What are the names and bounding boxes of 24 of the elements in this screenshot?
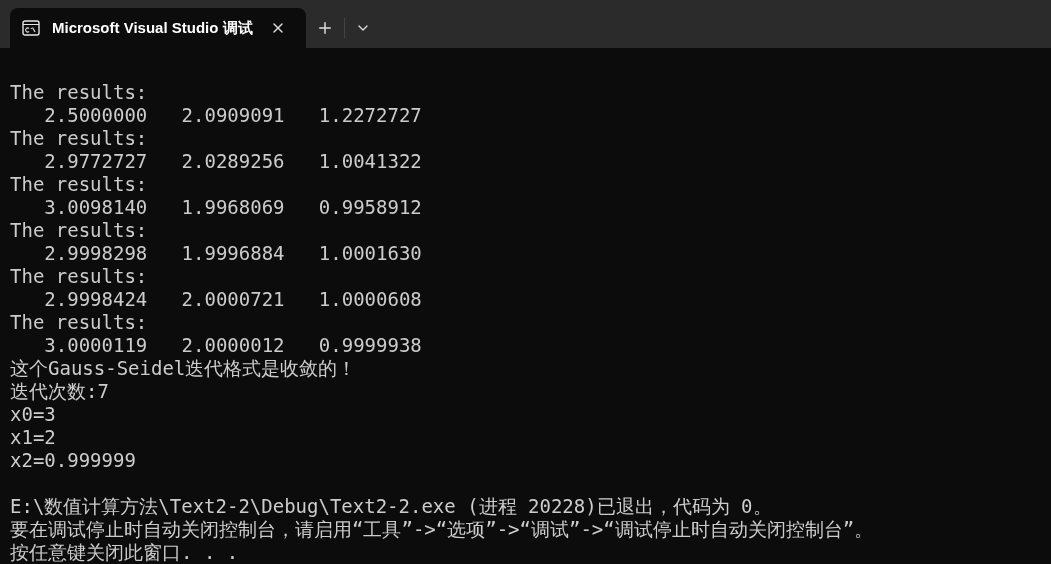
console-line: 3.0098140 1.9968069 0.9958912	[43, 196, 423, 219]
console-line: 2.9772727 2.0289256 1.0041322	[43, 150, 423, 173]
plus-icon[interactable]	[316, 19, 334, 37]
console-line: 2.5000000 2.0909091 1.2272727	[43, 104, 423, 127]
console-line: x1=2	[10, 426, 57, 449]
console-line: The results:	[10, 81, 149, 104]
console-line: The results:	[10, 219, 149, 242]
console-line: The results:	[10, 127, 149, 150]
console-line: 要在调试停止时自动关闭控制台，请启用“工具”->“选项”->“调试”->“调试停止时自动关闭控制台”。	[10, 518, 875, 541]
console-line: 3.0000119 2.0000012 0.9999938	[43, 334, 423, 357]
terminal-tab[interactable]: Microsoft Visual Studio 调试	[10, 8, 306, 48]
console-line: The results:	[10, 173, 149, 196]
console-line: E:\数值计算方法\Text2-2\Debug\Text2-2.exe (进程 20228)已退出，代码为 0。	[10, 495, 773, 518]
console-line: The results:	[10, 265, 149, 288]
console-line: x0=3	[10, 403, 57, 426]
console-line: 这个Gauss-Seidel迭代格式是收敛的！	[10, 357, 358, 380]
console-line: 2.9998298 1.9996884 1.0001630	[43, 242, 423, 265]
tab-title: Microsoft Visual Studio 调试	[52, 17, 254, 38]
console-line: x2=0.999999	[10, 449, 137, 472]
terminal-icon	[22, 20, 40, 36]
console-line: The results:	[10, 311, 149, 334]
console-line: 2.9998424 2.0000721 1.0000608	[43, 288, 423, 311]
console-line: 按任意键关闭此窗口. . .	[10, 541, 240, 564]
console-line: 迭代次数:7	[10, 380, 110, 403]
